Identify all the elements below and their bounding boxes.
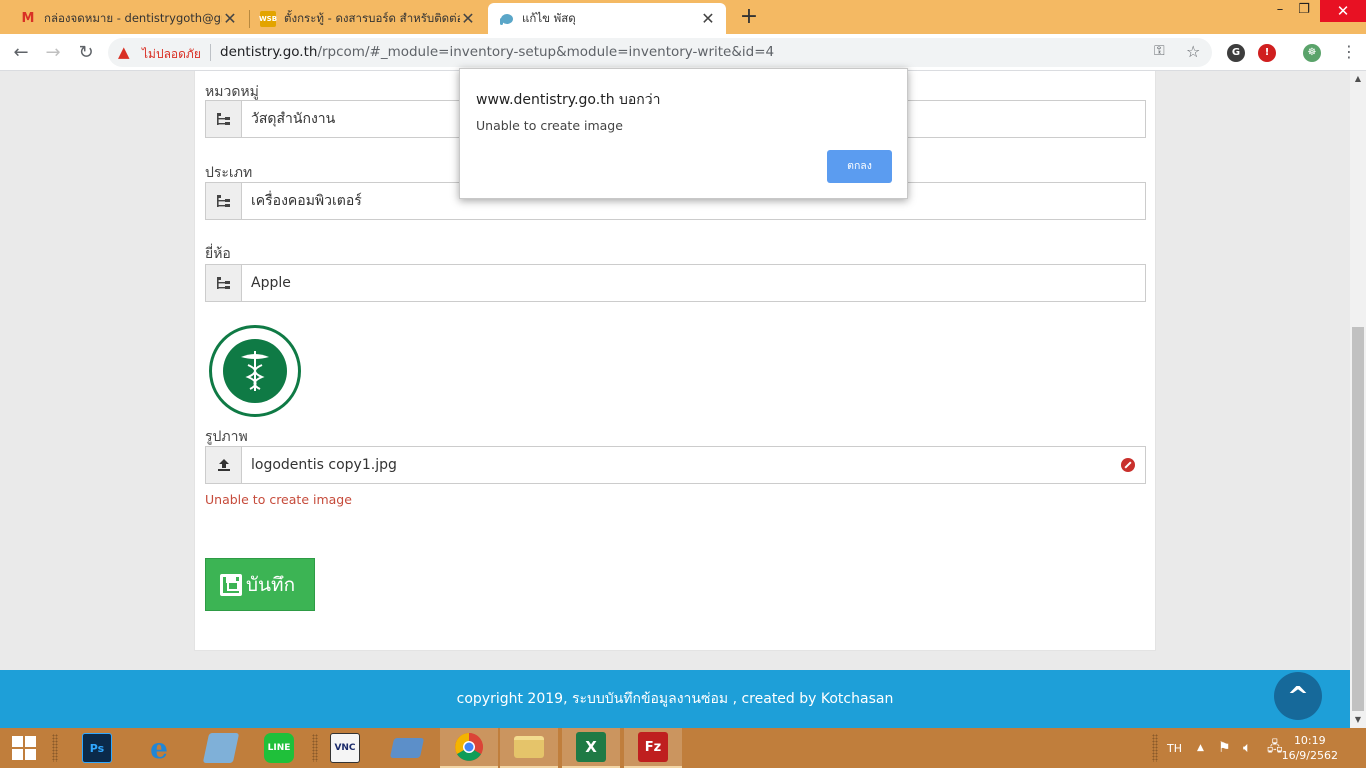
maximize-button[interactable]: ❐ (1291, 0, 1317, 22)
filezilla-icon: Fz (638, 732, 668, 762)
close-icon[interactable]: ✕ (222, 9, 238, 28)
gmail-icon: M (21, 11, 35, 26)
floppy-disk-icon (220, 573, 242, 596)
extension-g-icon[interactable]: G (1227, 44, 1245, 62)
system-clock[interactable]: 10:19 16/9/2562 (1282, 733, 1338, 763)
action-center-flag-icon[interactable]: ⚑ (1218, 728, 1231, 768)
forward-arrow-icon[interactable]: → (40, 40, 66, 66)
profile-avatar-icon[interactable]: ☸ (1303, 44, 1321, 62)
save-button[interactable]: บันทึก (205, 558, 315, 611)
sitemap-icon (206, 101, 242, 137)
sitemap-icon (206, 183, 242, 219)
folder-icon (514, 736, 544, 758)
taskbar-filezilla[interactable]: Fz (624, 728, 682, 768)
tab-label: กล่องจดหมาย - dentistrygoth@gm (44, 10, 222, 25)
url-host: dentistry.go.th (220, 44, 318, 60)
brand-select[interactable]: Apple (205, 264, 1146, 302)
taskbar-grip (1152, 734, 1158, 762)
url-text[interactable]: dentistry.go.th/rpcom/#_module=inventory… (220, 44, 774, 60)
back-arrow-icon[interactable]: ← (8, 40, 34, 66)
image-filename: logodentis copy1.jpg (251, 457, 397, 473)
scroll-up-arrow-icon[interactable]: ▲ (1350, 71, 1366, 87)
tab-gmail[interactable]: M กล่องจดหมาย - dentistrygoth@gm ✕ (10, 3, 248, 34)
key-icon[interactable]: ⚿ (1154, 43, 1165, 59)
tab-edit-inventory[interactable]: แก้ไข พัสดุ ✕ (488, 3, 726, 34)
brand-value: Apple (251, 275, 291, 291)
star-icon[interactable]: ☆ (1186, 42, 1200, 61)
close-icon[interactable]: ✕ (700, 9, 716, 28)
tab-label: แก้ไข พัสดุ (522, 10, 576, 25)
window-close-button[interactable]: ✕ (1320, 0, 1366, 22)
line-icon: LINE (264, 733, 294, 763)
vertical-scrollbar[interactable]: ▲ ▼ (1350, 71, 1366, 728)
clock-time: 10:19 (1293, 734, 1326, 747)
dialog-message: Unable to create image (476, 118, 623, 133)
wsb-icon: WSB (259, 10, 277, 27)
taskbar-file-explorer[interactable] (500, 728, 558, 768)
taskbar-vnc[interactable]: VNC (316, 728, 374, 768)
warning-triangle-icon: ▲ (118, 43, 130, 61)
dialog-ok-button[interactable]: ตกลง (827, 150, 892, 183)
taskbar-internet-explorer[interactable]: e (130, 728, 188, 768)
caduceus-icon (223, 339, 287, 403)
image-label: รูปภาพ (205, 429, 248, 445)
upload-icon (206, 447, 242, 483)
network-icon[interactable]: 🖧 (1267, 728, 1283, 768)
minimize-button[interactable]: – (1267, 0, 1293, 22)
page-footer: copyright 2019, ระบบบันทึกข้อมูลงานซ่อม … (0, 670, 1350, 728)
reload-icon[interactable]: ↻ (73, 40, 99, 66)
excel-icon: X (576, 732, 606, 762)
address-divider (210, 44, 211, 61)
scrollbar-thumb[interactable] (1352, 327, 1364, 711)
chrome-icon (454, 732, 484, 762)
windows-logo-icon (12, 736, 36, 760)
browser-toolbar: ← → ↻ ▲ ไม่ปลอดภัย dentistry.go.th/rpcom… (0, 34, 1366, 71)
tab-strip: M กล่องจดหมาย - dentistrygoth@gm ✕ WSB ต… (0, 0, 1366, 34)
menu-dots-icon[interactable]: ⋮ (1341, 42, 1357, 61)
remote-desktop-icon (389, 738, 425, 758)
tab-webboard[interactable]: WSB ตั้งกระทู้ - ดงสารบอร์ด สำหรับติดต่อ… (250, 3, 486, 34)
elephant-icon (498, 11, 514, 27)
taskbar-line[interactable]: LINE (250, 728, 308, 768)
address-bar[interactable]: ▲ ไม่ปลอดภัย dentistry.go.th/rpcom/#_mod… (108, 38, 1212, 67)
tab-label: ตั้งกระทู้ - ดงสารบอร์ด สำหรับติดต่อส (284, 10, 460, 25)
scroll-to-top-button[interactable]: ^ (1274, 672, 1322, 720)
show-hidden-icons-icon[interactable]: ▲ (1197, 728, 1204, 768)
scroll-down-arrow-icon[interactable]: ▼ (1350, 712, 1366, 728)
language-indicator[interactable]: TH (1167, 728, 1182, 768)
type-label: ประเภท (205, 165, 253, 181)
taskbar-chrome[interactable] (440, 728, 498, 768)
volume-icon[interactable]: 🔈︎ (1243, 728, 1251, 768)
taskbar-grip (52, 734, 58, 762)
notepad-icon (202, 733, 240, 763)
sitemap-icon (206, 265, 242, 301)
extension-shield-icon[interactable]: ! (1258, 44, 1276, 62)
save-button-label: บันทึก (246, 573, 296, 596)
clock-date: 16/9/2562 (1281, 749, 1338, 762)
windows-taskbar: Ps e LINE VNC X Fz TH ▲ ⚑ 🔈︎ 🖧 10:19 16/… (0, 728, 1366, 768)
image-error-message: Unable to create image (205, 492, 352, 507)
ministry-of-public-health-logo (209, 325, 301, 417)
brand-label: ยี่ห้อ (205, 246, 231, 262)
alert-dialog: www.dentistry.go.th บอกว่า Unable to cre… (459, 68, 908, 199)
clear-file-icon[interactable] (1121, 458, 1135, 472)
url-path: /rpcom/#_module=inventory-setup&module=i… (317, 44, 775, 60)
start-button[interactable] (0, 728, 48, 768)
taskbar-remote-desktop[interactable] (378, 728, 436, 768)
security-status[interactable]: ไม่ปลอดภัย (142, 45, 201, 64)
dialog-title: www.dentistry.go.th บอกว่า (476, 92, 661, 108)
new-tab-button[interactable]: + (736, 3, 762, 31)
taskbar-notepad[interactable] (192, 728, 250, 768)
vnc-icon: VNC (330, 733, 360, 763)
photoshop-icon: Ps (82, 733, 112, 763)
close-icon[interactable]: ✕ (460, 9, 476, 28)
image-upload-field[interactable]: logodentis copy1.jpg (205, 446, 1146, 484)
taskbar-excel[interactable]: X (562, 728, 620, 768)
taskbar-photoshop[interactable]: Ps (68, 728, 126, 768)
internet-explorer-icon: e (150, 731, 168, 765)
